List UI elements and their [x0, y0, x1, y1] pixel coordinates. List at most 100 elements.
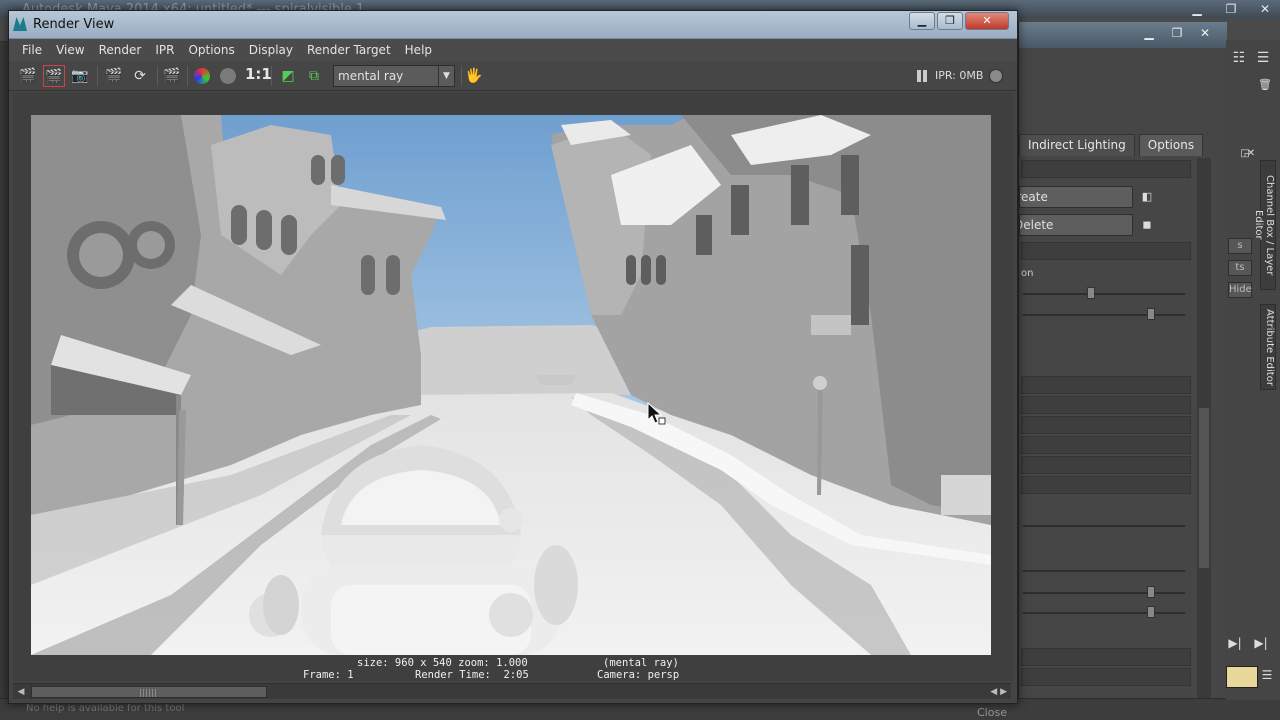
attr-row: [1021, 242, 1191, 260]
attr-slider[interactable]: [1023, 314, 1185, 316]
ipr-memory-label: IPR: 0MB: [935, 69, 984, 82]
minimize-icon[interactable]: ▁: [1188, 1, 1206, 17]
channel-box-tab[interactable]: Channel Box / Layer Editor: [1253, 160, 1276, 290]
attr-row: [1021, 476, 1191, 494]
render-view-window: Render View ▁ ❐ ✕ File View Render IPR O…: [8, 10, 1018, 704]
render-view-toolbar: 🎬 🎬 📷 🎬 ⟳ 🎬 1:1 ◩ ⧉ mental ray ▼ 🖐 IPR: …: [9, 61, 1017, 91]
side-button[interactable]: ts: [1228, 260, 1252, 276]
frame-info: Frame: 1: [303, 669, 354, 681]
attribute-editor-window: ▁ ❐ ✕ Indirect Lighting Options Create ◧…: [1018, 22, 1227, 698]
attr-slider[interactable]: [1023, 293, 1185, 295]
attribute-editor-titlebar: ▁ ❐ ✕: [1019, 22, 1227, 48]
delete-button-label: Delete: [1020, 218, 1054, 232]
renderer-dropdown[interactable]: mental ray ▼: [333, 65, 455, 87]
maximize-icon[interactable]: ❐: [1222, 1, 1240, 17]
trash-icon[interactable]: 🗑: [1256, 78, 1274, 91]
keep-image-icon[interactable]: ◩: [277, 65, 299, 87]
attr-slider[interactable]: [1023, 612, 1185, 614]
close-button[interactable]: ✕: [965, 12, 1009, 30]
attr-row: [1021, 436, 1191, 454]
help-text: No help is available for this tool: [26, 703, 185, 714]
attr-slider-handle[interactable]: [1147, 606, 1155, 618]
alpha-channel-icon[interactable]: [217, 65, 239, 87]
delete-icon[interactable]: ◼: [1139, 218, 1155, 232]
attribute-scrollbar[interactable]: [1197, 158, 1211, 698]
rendered-image[interactable]: [31, 115, 991, 655]
menu-view[interactable]: View: [49, 41, 91, 59]
side-button[interactable]: s: [1228, 238, 1252, 254]
toolbar-separator: [271, 66, 272, 86]
snapshot-icon[interactable]: 📷: [69, 65, 91, 87]
toolbar-separator: [157, 66, 158, 86]
delete-button[interactable]: Delete: [1019, 214, 1133, 236]
menu-file[interactable]: File: [15, 41, 49, 59]
maya-window-controls: ▁ ❐ ✕: [1188, 0, 1274, 18]
maximize-icon[interactable]: ❐: [1169, 26, 1185, 40]
render-view-titlebar[interactable]: Render View ▁ ❐ ✕: [9, 11, 1017, 39]
render-view-menubar: File View Render IPR Options Display Ren…: [9, 39, 1017, 61]
close-icon[interactable]: ✕: [1256, 1, 1274, 17]
color-swatch[interactable]: [1226, 666, 1258, 688]
create-icon[interactable]: ◧: [1139, 190, 1155, 204]
maximize-button[interactable]: ❐: [937, 12, 963, 30]
attr-row: [1021, 396, 1191, 414]
scrollbar-grip: [140, 689, 158, 697]
menu-options[interactable]: Options: [181, 41, 241, 59]
channel-box-icon[interactable]: ☷: [1230, 50, 1248, 66]
render-settings-icon[interactable]: 🎬: [161, 65, 183, 87]
attr-slider-handle[interactable]: [1147, 586, 1155, 598]
step-forward-icon[interactable]: ▶|: [1226, 636, 1244, 650]
close-button[interactable]: Close: [977, 706, 1007, 719]
render-time-info: Render Time: 2:05: [415, 669, 529, 681]
render-canvas-area[interactable]: size: 960 x 540 zoom: 1.000 (mental ray)…: [13, 93, 1013, 681]
ipr-status-indicator: [989, 69, 1003, 83]
attr-slider[interactable]: [1023, 570, 1185, 572]
real-size-button[interactable]: 1:1: [245, 65, 272, 83]
attr-label: on: [1021, 268, 1034, 279]
attribute-editor-tab[interactable]: Attribute Editor: [1260, 304, 1276, 390]
refresh-ipr-icon[interactable]: ⟳: [129, 65, 151, 87]
render-layer-icon[interactable]: 🖐: [463, 65, 485, 87]
attr-row: [1021, 456, 1191, 474]
list-icon[interactable]: ☰: [1258, 668, 1276, 682]
tab-options[interactable]: Options: [1138, 134, 1204, 156]
menu-help[interactable]: Help: [398, 41, 439, 59]
horizontal-scrollbar-thumb[interactable]: [31, 686, 267, 698]
attr-row: [1021, 160, 1191, 178]
menu-ipr[interactable]: IPR: [148, 41, 181, 59]
toolbar-separator: [461, 66, 462, 86]
mouse-cursor-icon: [647, 402, 666, 425]
attr-slider[interactable]: [1023, 592, 1185, 594]
ipr-render-icon[interactable]: 🎬: [103, 65, 125, 87]
minimize-icon[interactable]: ▁: [1141, 26, 1157, 40]
menu-render[interactable]: Render: [92, 41, 149, 59]
window-title: Render View: [33, 17, 115, 32]
attr-slider-handle[interactable]: [1087, 287, 1095, 299]
attribute-scrollbar-thumb[interactable]: [1199, 408, 1209, 568]
scroll-right-icon[interactable]: ◀ ▶: [981, 685, 1007, 699]
window-controls: ▁ ❐ ✕: [909, 12, 1009, 30]
render-region-icon[interactable]: 🎬: [43, 65, 65, 87]
remove-image-icon[interactable]: ⧉: [303, 65, 325, 87]
minimize-button[interactable]: ▁: [909, 12, 935, 30]
create-button[interactable]: Create: [1019, 186, 1133, 208]
horizontal-scrollbar[interactable]: ◀ ◀ ▶: [13, 683, 1011, 699]
attr-row: [1021, 668, 1191, 686]
tab-indirect-lighting[interactable]: Indirect Lighting: [1019, 134, 1135, 156]
rgb-channels-icon[interactable]: [191, 65, 213, 87]
close-panel-icon[interactable]: ✕: [1242, 148, 1260, 159]
pause-ipr-icon[interactable]: [917, 70, 929, 82]
close-icon[interactable]: ✕: [1197, 26, 1213, 40]
render-size-info: size: 960 x 540 zoom: 1.000: [357, 657, 528, 669]
redo-render-icon[interactable]: 🎬: [17, 65, 39, 87]
menu-render-target[interactable]: Render Target: [300, 41, 398, 59]
attribute-editor-icon[interactable]: ☰: [1254, 50, 1272, 66]
street-scene-render: [31, 115, 991, 655]
scroll-left-icon[interactable]: ◀: [15, 685, 27, 699]
go-to-end-icon[interactable]: ▶|: [1252, 636, 1270, 650]
attr-slider[interactable]: [1023, 525, 1185, 527]
hide-button[interactable]: Hide: [1228, 282, 1252, 298]
menu-display[interactable]: Display: [242, 41, 300, 59]
attr-row: [1021, 376, 1191, 394]
attr-slider-handle[interactable]: [1147, 308, 1155, 320]
